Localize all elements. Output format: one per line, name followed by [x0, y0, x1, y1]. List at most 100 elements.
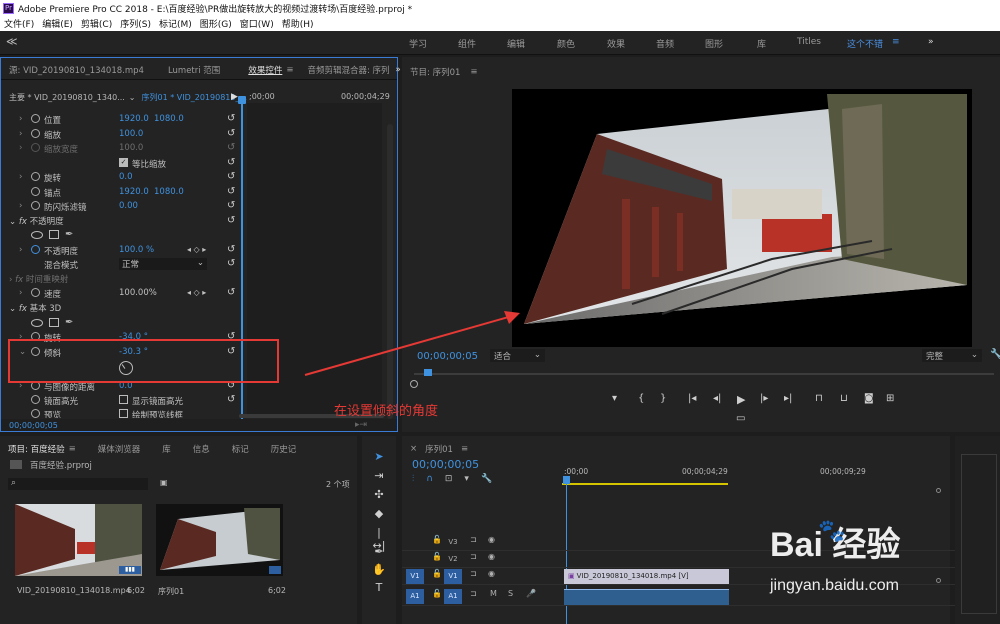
audio-clip[interactable] [564, 589, 729, 605]
mute-icon[interactable]: M [490, 589, 497, 598]
solo-icon[interactable]: S [508, 589, 513, 598]
sync-icon[interactable]: ⊐ [470, 535, 477, 544]
tab-history[interactable]: 历史记 [271, 443, 297, 455]
stopwatch-icon[interactable] [31, 172, 40, 181]
home-menu-icon[interactable]: ≪ [6, 35, 18, 48]
wrench-icon[interactable]: 🔧 [990, 349, 1000, 360]
reset-icon[interactable]: ↺ [227, 113, 235, 124]
keyframe-nav-icon[interactable]: ◂ ◇ ▸ [187, 245, 206, 254]
ws-graphics[interactable]: 图形 [705, 37, 723, 50]
ec-filter-icon[interactable]: ▸⇥ [355, 420, 367, 430]
timeline-menu-icon[interactable]: ≡ [461, 444, 468, 454]
tab-libraries[interactable]: 库 [162, 443, 171, 455]
track-v1-label[interactable]: V1 [444, 569, 462, 584]
menu-help[interactable]: 帮助(H) [282, 17, 314, 30]
tab-media-browser[interactable]: 媒体浏览器 [98, 443, 141, 455]
menu-marker[interactable]: 标记(M) [159, 17, 192, 30]
mark-in-icon[interactable]: { [638, 393, 644, 404]
linked-selection-icon[interactable]: ∩ [426, 474, 433, 484]
program-menu-icon[interactable]: ≡ [470, 67, 477, 77]
program-video-frame[interactable] [512, 89, 972, 347]
pen-tool-icon[interactable]: ✒ [372, 545, 386, 558]
a1-source-patch[interactable]: A1 [406, 589, 424, 604]
ellipse-mask-icon[interactable] [31, 318, 43, 327]
tab-audio-mixer[interactable]: 音频剪辑混合器: 序列 [307, 64, 389, 76]
clip-thumbnail[interactable]: ▮▮▮ [15, 504, 142, 576]
sequence-thumbnail[interactable] [156, 504, 283, 576]
lock-icon[interactable]: 🔓 [432, 552, 442, 561]
lift-icon[interactable]: ⊓ [815, 393, 823, 404]
nest-icon[interactable]: ⊡ [445, 474, 453, 484]
ws-custom-active[interactable]: 这个不错 [847, 37, 883, 50]
menu-clip[interactable]: 剪辑(C) [81, 17, 112, 30]
ws-menu-icon[interactable]: ≡ [892, 37, 900, 47]
quality-select[interactable]: 完整 ⌄ [922, 349, 982, 362]
stopwatch-icon[interactable] [31, 114, 40, 123]
tab-menu-icon[interactable]: ≡ [286, 65, 293, 75]
tab-effect-controls[interactable]: 效果控件 [248, 64, 282, 76]
razor-tool-icon[interactable]: ◆ [372, 507, 386, 520]
ws-audio[interactable]: 音频 [656, 37, 674, 50]
ws-libraries[interactable]: 库 [757, 37, 766, 50]
snap-icon[interactable]: ⫶ [412, 474, 414, 484]
v1-source-patch[interactable]: V1 [406, 569, 424, 584]
step-back-icon[interactable]: ◂| [713, 393, 721, 404]
specular-checkbox[interactable] [119, 395, 128, 404]
master-dropdown-icon[interactable]: ⌄ [129, 93, 136, 102]
reset-icon[interactable]: ↺ [227, 244, 235, 255]
timeline-close-icon[interactable]: × [410, 444, 417, 454]
eye-icon[interactable]: ◉ [488, 535, 495, 544]
ws-learn[interactable]: 学习 [409, 37, 427, 50]
menu-sequence[interactable]: 序列(S) [120, 17, 151, 30]
stopwatch-icon[interactable] [31, 201, 40, 210]
ec-playhead-handle[interactable] [238, 96, 246, 104]
stopwatch-icon[interactable] [31, 129, 40, 138]
timeline-scroll-top[interactable] [936, 488, 941, 493]
tab-project[interactable]: 项目: 百度经验 [8, 443, 65, 455]
hand-tool-icon[interactable]: ✋ [372, 563, 386, 576]
reset-icon[interactable]: ↺ [227, 128, 235, 139]
stopwatch-icon[interactable] [31, 395, 40, 404]
ws-more[interactable]: » [928, 37, 934, 47]
ec-timecode[interactable]: 00;00;00;05 [9, 421, 58, 430]
new-bin-icon[interactable]: ▣ [160, 478, 168, 487]
mark-out-icon[interactable]: } [660, 393, 666, 404]
ws-editing[interactable]: 编辑 [507, 37, 525, 50]
ripple-edit-tool-icon[interactable]: ✣ [372, 488, 386, 501]
track-select-tool-icon[interactable]: ⇥ [372, 469, 386, 482]
menu-edit[interactable]: 编辑(E) [42, 17, 73, 30]
program-title[interactable]: 节目: 序列01 [410, 66, 460, 78]
tab-lumetri[interactable]: Lumetri 范围 [168, 64, 220, 76]
stopwatch-icon[interactable] [31, 245, 40, 254]
eye-icon[interactable]: ◉ [488, 569, 495, 578]
sync-icon[interactable]: ⊐ [470, 552, 477, 561]
step-forward-icon[interactable]: |▸ [760, 393, 768, 404]
reset-icon[interactable]: ↺ [227, 171, 235, 182]
track-a1-label[interactable]: A1 [444, 589, 462, 604]
fx-basic3d-section[interactable]: ⌄ fx 基本 3D [9, 302, 61, 314]
reset-icon[interactable]: ↺ [227, 287, 235, 298]
selection-tool-icon[interactable]: ➤ [372, 450, 386, 463]
keyframe-nav-icon[interactable]: ◂ ◇ ▸ [187, 288, 206, 297]
master-clip-label[interactable]: 主要 * VID_20190810_1340... [9, 92, 125, 103]
mic-icon[interactable]: 🎤 [526, 589, 536, 598]
timeline-playhead-handle[interactable] [563, 476, 570, 484]
pen-mask-icon[interactable]: ✒ [65, 317, 73, 328]
ellipse-mask-icon[interactable] [31, 230, 43, 239]
preview-checkbox[interactable] [119, 409, 128, 418]
tab-overflow-icon[interactable]: » [396, 65, 401, 75]
go-to-out-icon[interactable]: ▸| [784, 393, 792, 404]
ws-color[interactable]: 颜色 [557, 37, 575, 50]
add-marker-icon[interactable]: ▾ [612, 393, 617, 404]
rect-mask-icon[interactable] [49, 230, 59, 239]
project-search-input[interactable]: ⌕ [8, 478, 148, 490]
lock-icon[interactable]: 🔓 [432, 589, 442, 598]
button-editor-icon[interactable]: ⊞ [886, 393, 894, 404]
extract-icon[interactable]: ⊔ [840, 393, 848, 404]
timeline-settings-icon[interactable]: 🔧 [481, 474, 492, 484]
fx-opacity-section[interactable]: ⌄ fx 不透明度 [9, 215, 64, 227]
blend-mode-select[interactable]: 正常 ⌄ [119, 258, 207, 270]
uniform-scale-checkbox[interactable]: ✓ [119, 158, 128, 167]
marker-icon[interactable]: ▾ [464, 474, 469, 484]
project-menu-icon[interactable]: ≡ [69, 444, 76, 454]
